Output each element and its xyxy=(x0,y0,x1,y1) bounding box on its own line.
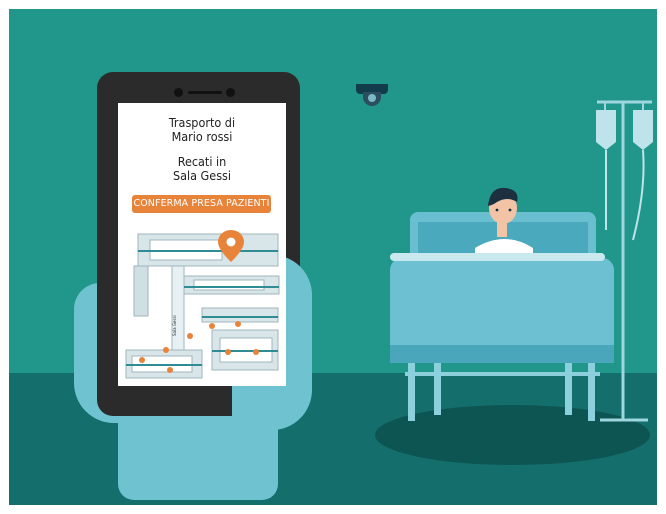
phone-speaker xyxy=(188,91,222,94)
bed-rail xyxy=(390,253,605,261)
patient-name: Mario rossi xyxy=(171,129,233,144)
iv-bag-icon xyxy=(596,110,616,150)
transport-title: Trasporto di xyxy=(168,115,236,130)
instruction-title: Recati in xyxy=(177,154,227,169)
floor-map[interactable]: Sala Gessi xyxy=(120,220,285,385)
phone-sensor-icon xyxy=(226,88,235,97)
map-label-sala-gessi: Sala Gessi xyxy=(172,315,177,336)
phone-camera-icon xyxy=(174,88,183,97)
destination-name: Sala Gessi xyxy=(172,168,232,183)
iv-bag-icon xyxy=(633,110,653,150)
hospital-scene: Trasporto di Mario rossi Recati in Sala … xyxy=(0,0,666,514)
bed-illustration xyxy=(390,100,653,422)
confirm-pickup-button[interactable]: CONFERMA PRESA PAZIENTI xyxy=(132,195,271,213)
